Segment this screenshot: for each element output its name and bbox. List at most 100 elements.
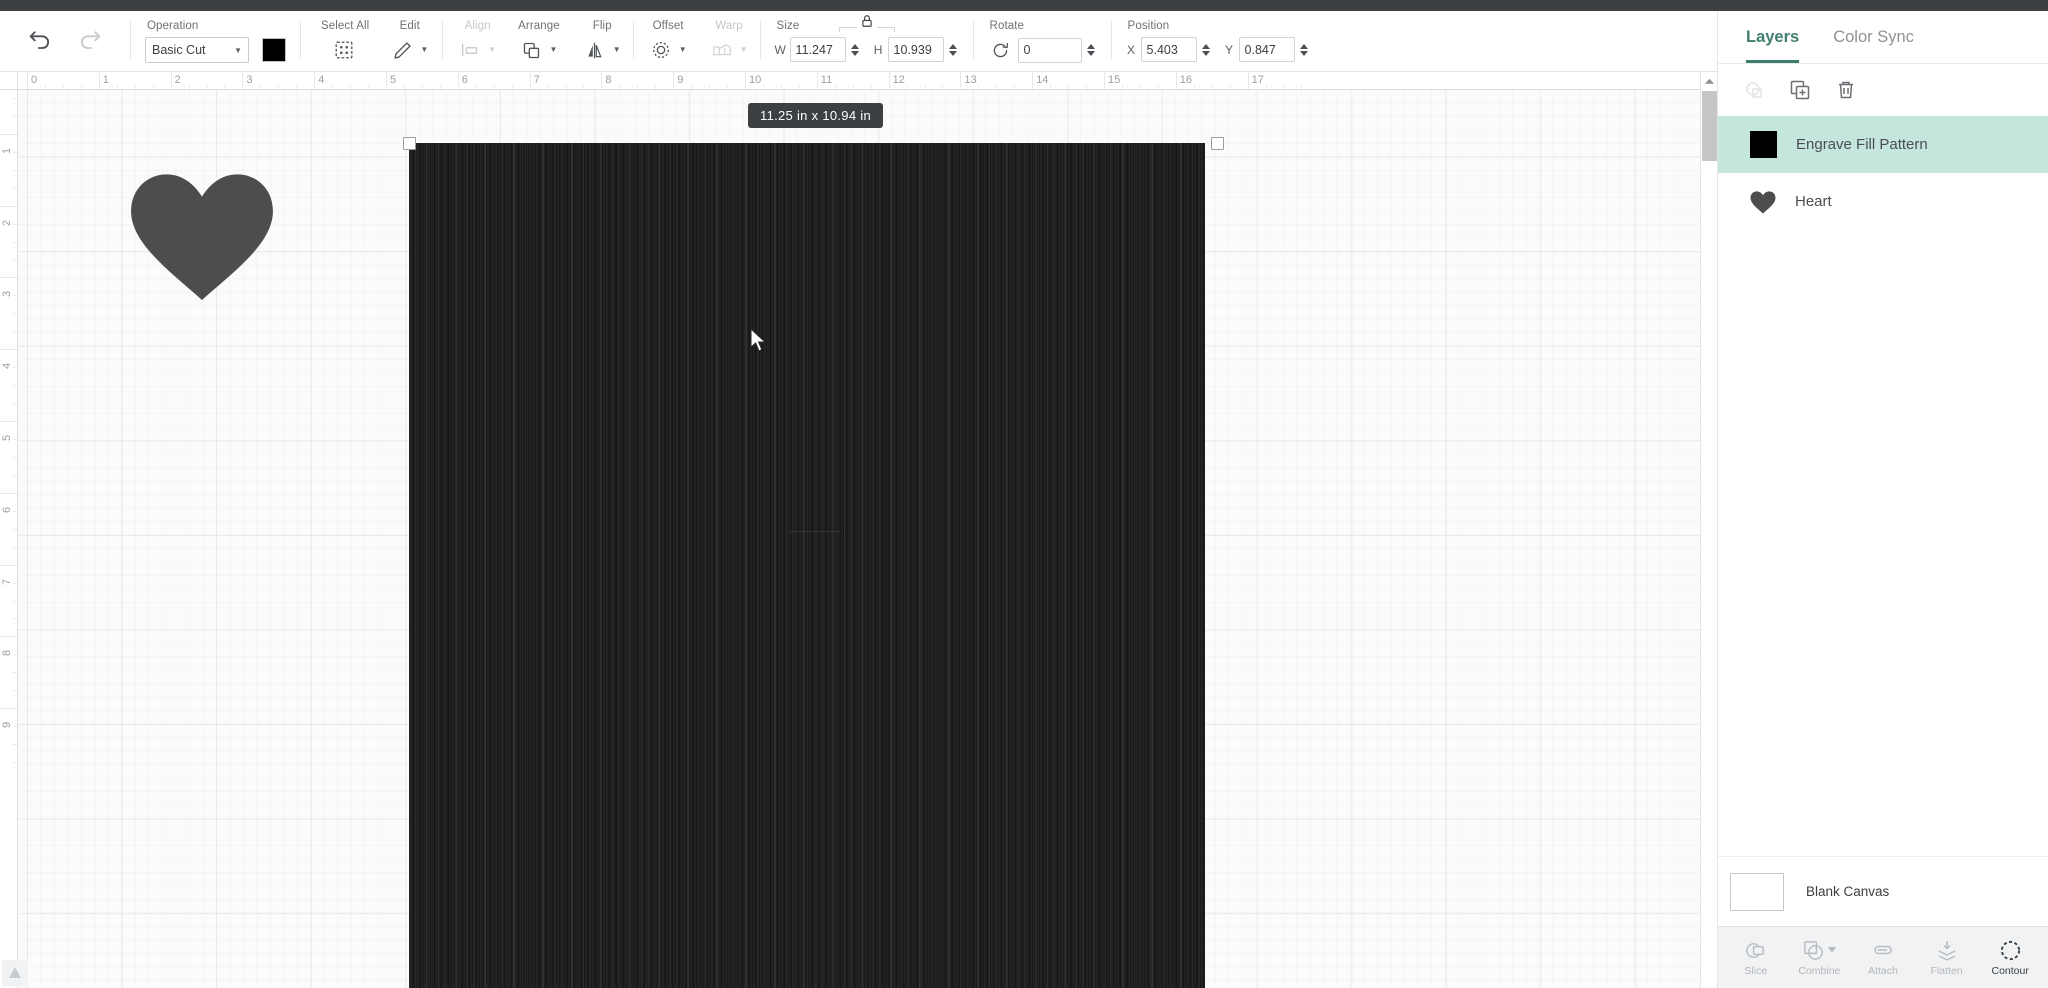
ruler-tick bbox=[888, 72, 890, 89]
width-stepper[interactable] bbox=[850, 39, 861, 60]
rotate-label: Rotate bbox=[989, 20, 1025, 32]
duplicate-icon[interactable] bbox=[1784, 74, 1816, 106]
pencil-icon[interactable] bbox=[389, 37, 415, 63]
ruler-tick bbox=[0, 564, 17, 566]
rotate-stepper[interactable] bbox=[1086, 40, 1097, 61]
size-width-field: W 11.247 bbox=[775, 37, 861, 62]
undo-icon[interactable] bbox=[26, 27, 54, 55]
ruler-label: 2 bbox=[174, 74, 181, 86]
ruler-label: 8 bbox=[605, 74, 612, 86]
canvas-horizontal-scroll-corner[interactable] bbox=[0, 958, 30, 988]
position-y-stepper[interactable] bbox=[1299, 39, 1310, 60]
offset-group: Offset ▼ bbox=[634, 11, 699, 71]
width-input[interactable]: 11.247 bbox=[789, 37, 846, 62]
rotate-group: Rotate 0 bbox=[974, 11, 1111, 71]
size-height-field: H 10.939 bbox=[873, 37, 959, 62]
ruler-tick bbox=[816, 72, 818, 89]
warp-group: Warp ▼ bbox=[699, 11, 760, 71]
height-stepper[interactable] bbox=[948, 39, 959, 60]
scroll-up-icon[interactable] bbox=[1701, 72, 1718, 90]
delete-icon[interactable] bbox=[1830, 74, 1862, 106]
arrange-icon[interactable] bbox=[519, 37, 545, 63]
heart-object[interactable] bbox=[128, 170, 276, 300]
ruler-tick bbox=[0, 708, 17, 710]
slice-button[interactable]: Slice bbox=[1725, 938, 1787, 977]
operation-label: Operation bbox=[147, 20, 199, 32]
layer-label: Engrave Fill Pattern bbox=[1796, 136, 1928, 153]
ruler-label: 6 bbox=[461, 74, 468, 86]
scrollbar-thumb[interactable] bbox=[1702, 91, 1717, 161]
layer-list: Engrave Fill Pattern Heart bbox=[1718, 116, 2048, 856]
size-group: Size W 11.247 H 10.939 bbox=[761, 11, 973, 71]
combine-button[interactable]: Combine bbox=[1788, 938, 1850, 977]
layer-row-engrave-fill-pattern[interactable]: Engrave Fill Pattern bbox=[1718, 116, 2048, 173]
panel-tab-bar: Layers Color Sync bbox=[1718, 11, 2048, 63]
resize-handle-top-right[interactable] bbox=[1211, 137, 1224, 150]
rotate-input[interactable]: 0 bbox=[1017, 37, 1082, 63]
position-x-input[interactable]: 5.403 bbox=[1140, 37, 1197, 62]
ruler-tick bbox=[601, 72, 603, 89]
position-y-input[interactable]: 0.847 bbox=[1238, 37, 1295, 62]
ruler-tick bbox=[0, 205, 17, 207]
operation-select[interactable]: Basic Cut ▼ bbox=[145, 37, 249, 63]
arrange-chevron-down-icon[interactable]: ▼ bbox=[550, 46, 558, 54]
ruler-label: 6 bbox=[1, 506, 13, 513]
flatten-icon bbox=[1935, 938, 1959, 962]
rotate-icon[interactable] bbox=[988, 37, 1014, 63]
position-x-stepper[interactable] bbox=[1201, 39, 1212, 60]
attach-button[interactable]: Attach bbox=[1852, 938, 1914, 977]
tab-color-sync[interactable]: Color Sync bbox=[1833, 11, 1914, 63]
flip-icon[interactable] bbox=[582, 37, 608, 63]
resize-handle-top-left[interactable] bbox=[403, 137, 416, 150]
operation-color-swatch[interactable] bbox=[262, 38, 286, 62]
ruler-label: 7 bbox=[533, 74, 540, 86]
pattern-seam bbox=[789, 531, 841, 532]
ruler-tick bbox=[386, 72, 387, 89]
flatten-button[interactable]: Flatten bbox=[1916, 938, 1978, 977]
canvas-layer-row[interactable]: Blank Canvas bbox=[1718, 856, 2048, 926]
contour-button[interactable]: Contour bbox=[1979, 938, 2041, 977]
tab-layers[interactable]: Layers bbox=[1746, 11, 1800, 63]
ruler-label: 1 bbox=[102, 74, 109, 86]
edit-label: Edit bbox=[399, 20, 420, 32]
ruler-tick bbox=[673, 72, 675, 89]
combine-icon bbox=[1802, 938, 1837, 962]
size-tooltip: 11.25 in x 10.94 in bbox=[748, 103, 883, 128]
layer-tools-bar: Slice Combine Attach Flatten Contour bbox=[1718, 926, 2048, 988]
contour-icon bbox=[1999, 938, 2022, 962]
select-all-group: Select All bbox=[301, 11, 375, 71]
ruler-label: 1 bbox=[1, 147, 13, 154]
offset-label: Offset bbox=[652, 20, 684, 32]
redo-icon[interactable] bbox=[76, 27, 104, 55]
ruler-tick bbox=[0, 277, 17, 279]
position-y-label: Y bbox=[1225, 42, 1234, 57]
height-input[interactable]: 10.939 bbox=[887, 37, 944, 62]
design-canvas[interactable]: 11.25 in x 10.94 in bbox=[18, 90, 1700, 988]
ruler-label: 4 bbox=[318, 74, 325, 86]
arrange-label: Arrange bbox=[518, 20, 560, 32]
offset-icon[interactable] bbox=[648, 37, 674, 63]
select-all-icon[interactable] bbox=[331, 37, 357, 63]
edit-chevron-down-icon[interactable]: ▼ bbox=[420, 46, 428, 54]
size-lock-ratio[interactable] bbox=[838, 14, 895, 33]
canvas-vertical-scrollbar[interactable] bbox=[1700, 72, 1717, 988]
canvas-thumbnail bbox=[1730, 872, 1784, 911]
select-all-label: Select All bbox=[321, 20, 370, 32]
canvas-label: Blank Canvas bbox=[1806, 884, 1890, 899]
flip-group: Flip ▼ bbox=[570, 11, 633, 71]
layer-row-heart[interactable]: Heart bbox=[1718, 173, 2048, 230]
ruler-label: 9 bbox=[677, 74, 684, 86]
ruler-tick bbox=[170, 72, 172, 89]
ruler-label: 8 bbox=[1, 650, 13, 657]
slice-icon bbox=[1744, 938, 1767, 962]
ruler-label: 3 bbox=[246, 74, 253, 86]
flip-chevron-down-icon[interactable]: ▼ bbox=[613, 46, 621, 54]
offset-chevron-down-icon[interactable]: ▼ bbox=[679, 46, 687, 54]
engrave-fill-pattern-object[interactable] bbox=[409, 143, 1205, 988]
ruler-label: 16 bbox=[1179, 74, 1193, 86]
warp-icon bbox=[709, 37, 735, 63]
ruler-label: 12 bbox=[892, 74, 905, 86]
ruler-label: 3 bbox=[1, 291, 13, 298]
ruler-tick bbox=[0, 421, 17, 422]
history-group bbox=[0, 11, 130, 71]
